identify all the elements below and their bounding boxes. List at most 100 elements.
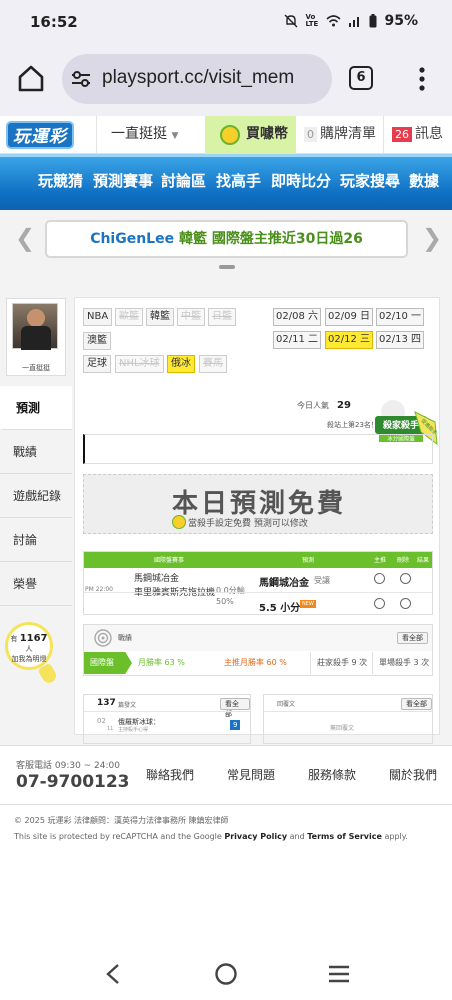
record-header: 戰績 看全部 bbox=[84, 625, 432, 651]
table-row: 5.5 小分 NEW bbox=[84, 592, 432, 616]
main-push-radio[interactable] bbox=[374, 573, 385, 584]
replies-empty: 無回覆文 bbox=[330, 725, 355, 732]
badge-title: 殺家殺手 bbox=[382, 419, 419, 431]
follow-lamp-button[interactable]: 有 1167 人 加我為明燈 bbox=[5, 622, 59, 686]
view-all-replies-button[interactable]: 看全部 bbox=[401, 698, 432, 710]
service-phone[interactable]: 07-9700123 bbox=[16, 772, 130, 792]
footer-link[interactable]: 聯絡我們 bbox=[146, 766, 194, 783]
tab-switcher-button[interactable]: 6 bbox=[349, 66, 373, 90]
ticker-pager bbox=[219, 265, 235, 269]
sidebar-item-game-log[interactable]: 遊戲紀錄 bbox=[0, 474, 72, 518]
record-summary: 戰績 看全部 國際盤 月勝率 63 % 主推月勝率 60 % 莊家殺手 9 次 … bbox=[83, 624, 433, 676]
site-logo[interactable]: 玩運彩 bbox=[6, 121, 74, 149]
fans-count: 1167 bbox=[19, 633, 48, 644]
url-text[interactable]: playsport.cc/visit_mem bbox=[102, 67, 294, 89]
nav-item[interactable]: 玩競猜 bbox=[38, 170, 83, 191]
site-header: 玩運彩 一直挺挺 ▼ 買噱幣 0 購牌清單 26 訊息 bbox=[0, 116, 452, 154]
terms-link[interactable]: Terms of Service bbox=[307, 832, 382, 841]
messages-button[interactable]: 26 訊息 bbox=[384, 116, 452, 154]
prediction-input[interactable] bbox=[83, 434, 433, 464]
cart-count: 0 bbox=[304, 127, 317, 142]
system-nav-bar bbox=[0, 945, 452, 1000]
chevron-left-icon[interactable]: ❮ bbox=[15, 226, 35, 250]
nav-item[interactable]: 預測賽事 bbox=[93, 170, 153, 191]
user-dropdown[interactable]: 一直挺挺 ▼ bbox=[96, 116, 206, 154]
buy-coins-label: 買噱幣 bbox=[246, 126, 288, 142]
footer-link[interactable]: 常見問題 bbox=[227, 766, 275, 783]
more-menu-icon[interactable] bbox=[418, 66, 426, 92]
address-bar[interactable]: playsport.cc/visit_mem bbox=[62, 54, 332, 104]
fans-unit: 人 bbox=[25, 645, 33, 653]
view-all-posts-button[interactable]: 看全部 bbox=[220, 698, 250, 718]
member-content: 一直挺挺 預測 戰績 遊戲紀錄 討論 榮譽 有 1167 人 加我為明燈 NBA… bbox=[0, 280, 452, 745]
home-nav-icon[interactable] bbox=[214, 962, 238, 986]
sidebar-item-predict[interactable]: 預測 bbox=[0, 386, 72, 430]
nav-item[interactable]: 數據 bbox=[409, 170, 439, 191]
nav-item[interactable]: 找高手 bbox=[216, 170, 261, 191]
league-tag[interactable]: 韓籃 bbox=[146, 308, 174, 326]
main-push-radio[interactable] bbox=[374, 598, 385, 609]
apply-text: apply. bbox=[384, 832, 408, 841]
date-button[interactable]: 02/09 日 bbox=[325, 308, 373, 326]
post-reply-count: 9 bbox=[230, 720, 241, 730]
footer-link[interactable]: 關於我們 bbox=[389, 766, 437, 783]
profile-card[interactable]: 一直挺挺 bbox=[6, 298, 66, 376]
recaptcha-notice: This site is protected by reCAPTCHA and … bbox=[14, 832, 408, 841]
avatar bbox=[12, 303, 58, 350]
league-tag[interactable]: 足球 bbox=[83, 355, 111, 373]
record-stat: 月勝率 63 % bbox=[138, 658, 185, 667]
col-header: 國際盤賽事 bbox=[154, 557, 185, 564]
buy-coins-button[interactable]: 買噱幣 bbox=[206, 116, 296, 154]
posts-box: 137 篇發文 看全部 02 11 俄羅斯冰球： 主持殺手心得 9 bbox=[83, 694, 251, 744]
site-settings-icon[interactable] bbox=[70, 69, 92, 89]
profile-name: 一直挺挺 bbox=[22, 364, 50, 372]
record-stat: 莊家殺手 9 次 bbox=[310, 652, 372, 674]
status-time: 16:52 bbox=[30, 13, 78, 31]
league-tag[interactable]: NBA bbox=[83, 308, 113, 326]
date-button-selected[interactable]: 02/12 三 bbox=[325, 331, 373, 349]
delete-radio[interactable] bbox=[400, 598, 411, 609]
chevron-right-icon[interactable]: ❯ bbox=[422, 226, 442, 250]
privacy-link[interactable]: Privacy Policy bbox=[224, 832, 287, 841]
league-tag-selected[interactable]: 俄冰 bbox=[167, 355, 195, 373]
nav-item[interactable]: 討論區 bbox=[161, 170, 206, 191]
date-button[interactable]: 02/08 六 bbox=[273, 308, 321, 326]
league-tag: 賽馬 bbox=[199, 355, 227, 373]
status-bar: 16:52 Vo LTE 95% bbox=[0, 0, 452, 44]
record-market[interactable]: 國際盤 bbox=[84, 652, 132, 674]
new-badge: NEW bbox=[300, 600, 316, 608]
footer-link[interactable]: 服務條款 bbox=[308, 766, 356, 783]
nav-item[interactable]: 玩家搜尋 bbox=[340, 170, 400, 191]
date-button[interactable]: 02/13 四 bbox=[376, 331, 424, 349]
table-row: 馬鋼城冶金 受讓 bbox=[84, 568, 432, 592]
today-label: 今日人氣 bbox=[297, 401, 329, 410]
volte-icon: Vo LTE bbox=[305, 13, 319, 28]
user-nickname: 一直挺挺 bbox=[111, 126, 167, 142]
sidebar-item-discuss[interactable]: 討論 bbox=[0, 518, 72, 562]
sidebar-item-record[interactable]: 戰績 bbox=[0, 430, 72, 474]
post-subtitle: 主持殺手心得 bbox=[118, 727, 149, 733]
nav-item[interactable]: 即時比分 bbox=[271, 170, 331, 191]
back-icon[interactable] bbox=[104, 963, 122, 985]
league-tag[interactable]: 澳籃 bbox=[83, 332, 111, 350]
league-tag: NHL冰球 bbox=[115, 355, 164, 373]
sidebar-item-honor[interactable]: 榮譽 bbox=[0, 562, 72, 606]
announcement-ticker: ❮ ChiGenLee 韓籃 國際盤主推近30日過26 ❯ bbox=[0, 210, 452, 280]
league-tag: 日籃 bbox=[208, 308, 236, 326]
home-icon[interactable] bbox=[16, 63, 46, 93]
pick-text: 5.5 小分 bbox=[259, 603, 301, 614]
cart-button[interactable]: 0 購牌清單 bbox=[296, 116, 384, 154]
date-button[interactable]: 02/11 二 bbox=[273, 331, 321, 349]
date-button[interactable]: 02/10 一 bbox=[376, 308, 424, 326]
view-all-button[interactable]: 看全部 bbox=[397, 632, 428, 644]
and-text: and bbox=[289, 832, 305, 841]
messages-label: 訊息 bbox=[415, 126, 443, 142]
col-header: 預測 bbox=[302, 557, 315, 564]
recents-icon[interactable] bbox=[327, 964, 351, 984]
record-stat: 單場殺手 3 次 bbox=[372, 652, 432, 674]
delete-radio[interactable] bbox=[400, 573, 411, 584]
ticker-item[interactable]: ChiGenLee 韓籃 國際盤主推近30日過26 bbox=[45, 220, 408, 258]
free-note: 當殺手設定免費 預測可以修改 bbox=[172, 515, 308, 529]
ticker-user: ChiGenLee bbox=[90, 231, 175, 247]
caret-down-icon: ▼ bbox=[171, 131, 179, 141]
